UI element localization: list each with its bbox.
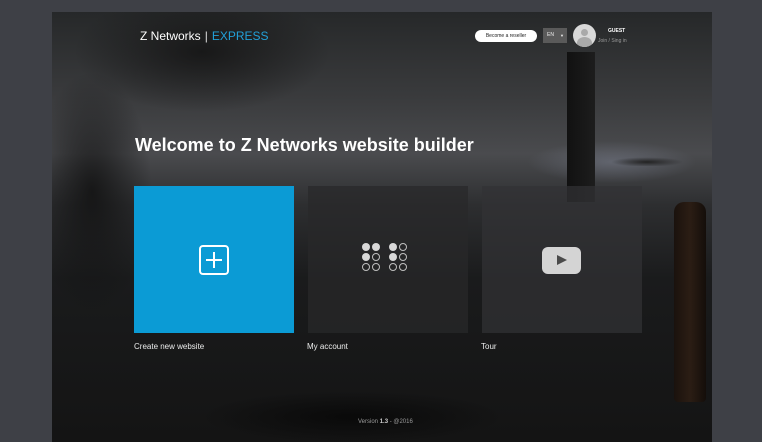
brand-product: EXPRESS — [211, 29, 269, 43]
version-number: 1.3 — [379, 419, 389, 425]
background-feet — [142, 377, 562, 442]
language-select[interactable]: EN ▼ — [543, 28, 567, 43]
avatar[interactable] — [573, 24, 596, 47]
user-name: GUEST — [608, 28, 626, 34]
brand-separator: | — [204, 29, 208, 43]
app-window: Z Networks | EXPRESS Become a reseller EN … — [52, 12, 712, 442]
play-video-icon — [542, 247, 581, 274]
version-info: Version 1.3 - @2016 — [358, 419, 413, 425]
tour-label[interactable]: Tour — [481, 342, 497, 351]
brand-name: Z Networks — [140, 29, 201, 43]
version-prefix: Version — [358, 419, 379, 425]
user-icon-body — [577, 37, 592, 47]
background-bottle — [674, 202, 706, 402]
background-island — [602, 154, 692, 166]
caret-down-icon: ▼ — [560, 33, 564, 38]
my-account-label[interactable]: My account — [307, 342, 348, 351]
language-value: EN — [547, 32, 554, 38]
create-website-tile[interactable] — [134, 186, 294, 333]
my-account-tile[interactable] — [308, 186, 468, 333]
brand-logo[interactable]: Z Networks | EXPRESS — [140, 29, 269, 43]
plus-square-icon — [199, 245, 229, 275]
become-reseller-button[interactable]: Become a reseller — [475, 30, 537, 42]
join-signin-link[interactable]: Join / Sing in — [598, 38, 627, 44]
user-icon-head — [581, 29, 588, 36]
page-title: Welcome to Z Networks website builder — [135, 135, 474, 155]
dot-grid-icon — [362, 243, 412, 275]
background-pole — [567, 52, 595, 202]
create-website-label[interactable]: Create new website — [134, 342, 204, 351]
version-suffix: - @2016 — [389, 419, 413, 425]
tour-tile[interactable] — [482, 186, 642, 333]
